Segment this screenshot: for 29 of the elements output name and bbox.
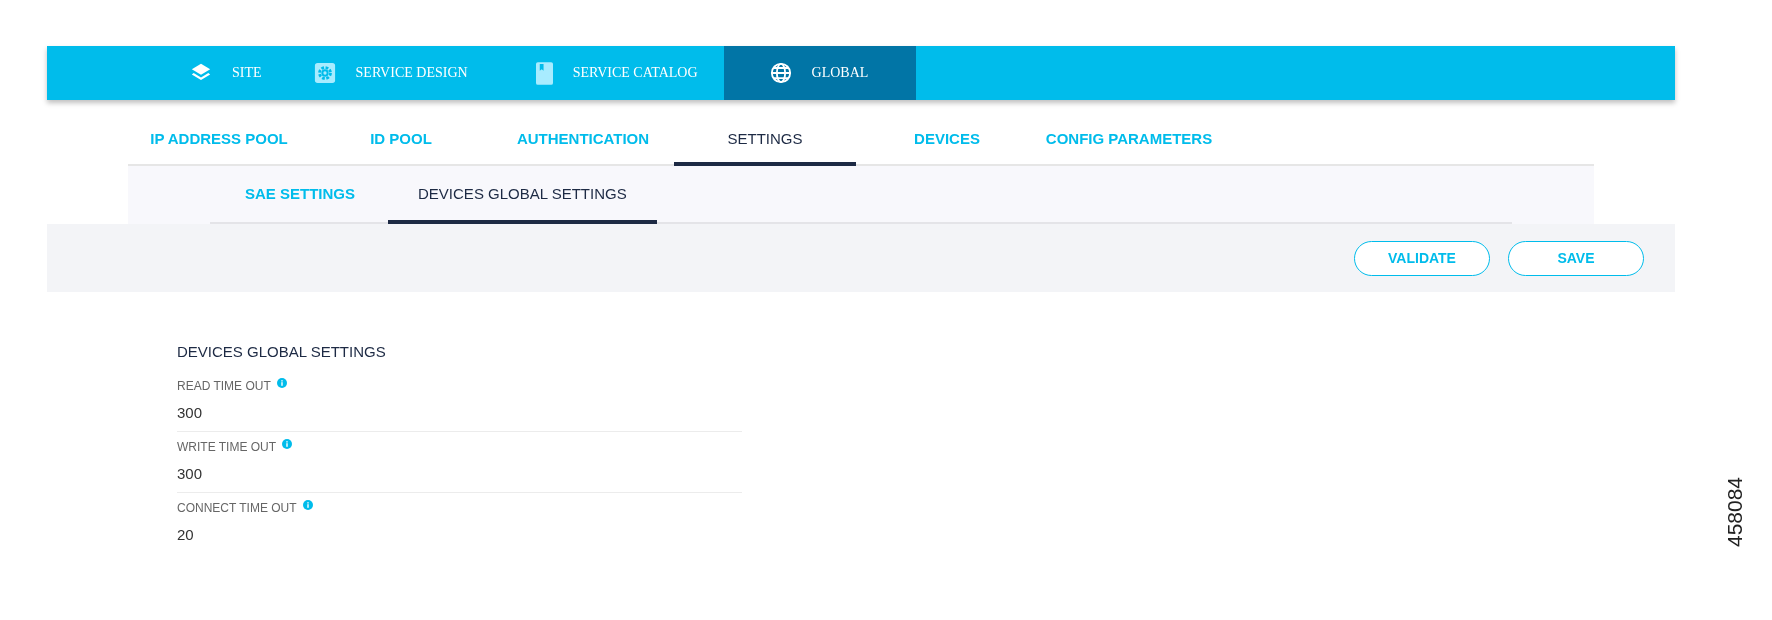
subtab[interactable]: SAE SETTINGS [210, 166, 389, 224]
section-title: DEVICES GLOBAL SETTINGS [177, 343, 387, 360]
tab[interactable]: IP ADDRESS POOL [128, 114, 310, 166]
gear-icon [313, 62, 336, 84]
action-button[interactable]: SAVE [1508, 240, 1644, 276]
info-icon [282, 439, 293, 449]
tab[interactable]: CONFIG PARAMETERS [1038, 114, 1220, 166]
field-label: CONNECT TIME OUT [177, 501, 297, 515]
info-icon [302, 500, 313, 510]
info-icon [276, 378, 287, 388]
field-value: 300 [177, 465, 204, 482]
nav-tab[interactable]: SERVICE CATALOG [507, 46, 724, 100]
figure-number: 458084 [1723, 476, 1748, 548]
nav-tab[interactable]: SITE [162, 46, 286, 100]
field-value: 300 [177, 404, 204, 421]
tab[interactable]: ID POOL [310, 114, 492, 166]
tab[interactable]: AUTHENTICATION [492, 114, 674, 166]
input-field[interactable]: READ TIME OUT 300 [177, 371, 742, 432]
input-field[interactable]: CONNECT TIME OUT 20 [177, 493, 742, 553]
field-value: 20 [177, 526, 195, 543]
nav-tab[interactable]: GLOBAL [723, 46, 917, 100]
globe-icon [769, 62, 792, 84]
tab[interactable]: DEVICES [856, 114, 1038, 166]
input-field[interactable]: WRITE TIME OUT 300 [177, 432, 742, 493]
nav-tab[interactable]: SERVICE DESIGN [285, 46, 508, 100]
field-label: WRITE TIME OUT [177, 440, 277, 454]
action-button[interactable]: VALIDATE [1354, 240, 1490, 276]
book-icon [535, 61, 553, 85]
field-label: READ TIME OUT [177, 379, 271, 393]
